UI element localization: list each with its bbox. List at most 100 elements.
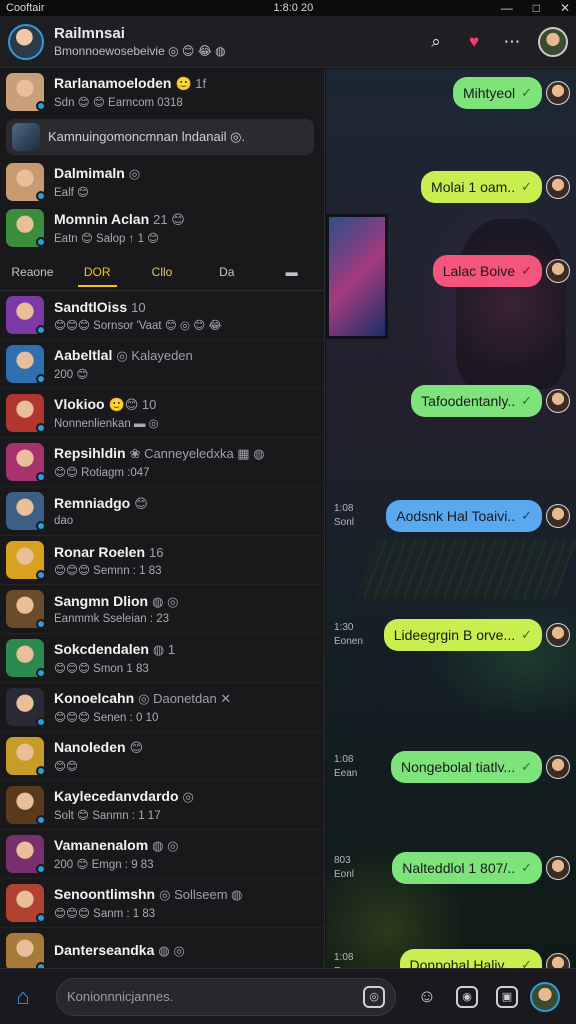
message-bubble-row[interactable]: Nalteddlol 1 807/.. ✓	[392, 852, 570, 884]
message-preview: 😊😊😊 Smon 1 83	[54, 663, 149, 675]
emoji-icon[interactable]: ☺	[416, 986, 438, 1008]
pinned-text: Kamnuingomoncmnan lndanail ◎.	[48, 129, 246, 144]
chat-row[interactable]: Nanoleden 😊 😊😊	[0, 732, 324, 781]
contact-name-line: Senoontlimshn ◎ Sollseem ◍	[54, 886, 314, 903]
pinned-message-bar[interactable]: Kamnuingomoncmnan lndanail ◎.	[6, 119, 314, 155]
contact-name: Dalmimaln	[54, 165, 125, 181]
read-check-icon: ✓	[521, 860, 532, 875]
contact-badges: ◎ Kalayeden	[116, 348, 193, 363]
chat-row-text: Aabeltlal ◎ Kalayeden 200 😊	[54, 347, 314, 381]
search-icon[interactable]: ⌕	[424, 30, 448, 54]
message-bubble[interactable]: Tafoodentanly.. ✓	[411, 385, 542, 417]
minimize-icon[interactable]: —	[501, 1, 513, 15]
message-bubble-row[interactable]: Aodsnk Hal Toaivi.. ✓	[386, 500, 570, 532]
read-check-icon: ✓	[521, 179, 532, 194]
maximize-icon[interactable]: □	[533, 1, 540, 15]
chat-row[interactable]: Rarlanamoeloden 🙂 1f Sdn 😊 😊 Earncom 0318	[0, 69, 324, 115]
message-preview: 200 😊 Emgn : 9 83	[54, 859, 154, 871]
sticker-icon[interactable]: ▣	[496, 985, 518, 1008]
message-bubble-row[interactable]: Molai 1 oam.. ✓	[421, 171, 570, 203]
contact-name-line: Danterseandka ◍ ◎	[54, 942, 314, 959]
message-bubble-row[interactable]: Lalac Boive ✓	[432, 255, 570, 287]
online-dot	[36, 423, 46, 433]
tab-2[interactable]: DOR	[65, 253, 130, 291]
message-preview: 😊😊 Rotiagm :047	[54, 467, 150, 479]
message-bubble[interactable]: Nalteddlol 1 807/.. ✓	[392, 852, 542, 884]
chat-title-block[interactable]: Railmnsai Bmonnoewosebeivie ◎ 😊 😂 ◍	[54, 25, 424, 58]
sender-avatar	[546, 504, 570, 528]
chat-row[interactable]: Sokcdendalen ◍ 1 😊😊😊 Smon 1 83	[0, 634, 324, 683]
message-bubble-row[interactable]: Donpohal Haliv... ✓	[399, 949, 570, 968]
message-preview: Nonnenlienkan ▬ ◎	[54, 418, 159, 430]
chat-row[interactable]: Danterseandka ◍ ◎	[0, 928, 324, 968]
message-bubble[interactable]: Lalac Boive ✓	[432, 255, 542, 287]
chat-row[interactable]: Repsihldin ❀ Canneyeledxka ▦ ◍ 😊😊 Rotiagm …	[0, 438, 324, 487]
home-icon[interactable]: ⌂	[10, 984, 36, 1010]
contact-name: Sangmn Dlion	[54, 593, 149, 609]
message-timestamp: 1:30 Eonen	[334, 622, 363, 647]
tab-5[interactable]: ▬	[259, 253, 324, 291]
online-dot	[36, 521, 46, 531]
contact-badges: ◎	[128, 166, 141, 181]
message-timestamp: 1:08 Eean	[334, 754, 358, 779]
contact-badges: 😊	[134, 496, 148, 511]
heart-icon[interactable]: ♥	[462, 30, 486, 54]
menu-icon[interactable]: ⋯	[500, 30, 524, 54]
chat-row[interactable]: Kaylecedanvdardo ◎ Solt 😊 Sanmn : 1 17	[0, 781, 324, 830]
chat-row[interactable]: Senoontlimshn ◎ Sollseem ◍ 😊😊😊 Sanm : 1 83	[0, 879, 324, 928]
tab-3[interactable]: Cllo	[130, 253, 195, 291]
message-bubble[interactable]: Aodsnk Hal Toaivi.. ✓	[386, 500, 542, 532]
message-preview: Eanmmk Sseleian : 23	[54, 613, 170, 625]
status-bar: Cooftair 1:8:0 20 — □ ✕	[0, 0, 576, 16]
tab-4[interactable]: Da	[194, 253, 259, 291]
message-bubble-row[interactable]: Lideegrgin B orve... ✓	[383, 619, 570, 651]
chat-row[interactable]: Sangmn Dlion ◍ ◎ Eanmmk Sseleian : 23	[0, 585, 324, 634]
message-bubble[interactable]: Molai 1 oam.. ✓	[421, 171, 542, 203]
message-bubble[interactable]: Lideegrgin B orve... ✓	[383, 619, 542, 651]
chat-row[interactable]: Aabeltlal ◎ Kalayeden 200 😊	[0, 340, 324, 389]
message-bubble[interactable]: Donpohal Haliv... ✓	[399, 949, 542, 968]
message-bubble-row[interactable]: Tafoodentanly.. ✓	[411, 385, 570, 417]
chat-title: Railmnsai	[54, 25, 125, 42]
message-preview: 😊😊	[54, 761, 78, 773]
contact-name-line: Kaylecedanvdardo ◎	[54, 788, 314, 805]
close-icon[interactable]: ✕	[560, 1, 570, 15]
contact-name: Vlokioo	[54, 396, 105, 412]
contact-name-line: Vamanenalom ◍ ◎	[54, 837, 314, 854]
message-input[interactable]	[67, 989, 363, 1004]
chat-row[interactable]: Remniadgo 😊 dao	[0, 487, 324, 536]
online-dot	[36, 237, 46, 247]
message-input-wrap[interactable]: ◎	[56, 977, 396, 1016]
chat-row[interactable]: Vamanenalom ◍ ◎ 200 😊 Emgn : 9 83	[0, 830, 324, 879]
contact-name: Kaylecedanvdardo	[54, 788, 179, 804]
message-bubble-row[interactable]: Nongebolal tiatlv... ✓	[390, 751, 570, 783]
read-check-icon: ✓	[521, 759, 532, 774]
message-bubble[interactable]: Mihtyeol ✓	[452, 77, 542, 109]
chat-row-text: Rarlanamoeloden 🙂 1f Sdn 😊 😊 Earncom 0318	[54, 75, 314, 109]
chat-row-text: Dalmimaln ◎ Ealf 😊	[54, 165, 314, 199]
chat-row[interactable]: SandtlOiss 10 😊😊😊 Sornsor 'Vaat 😊 ◎ 😊 😂	[0, 291, 324, 340]
profile-avatar-bottom[interactable]	[530, 981, 560, 1012]
sender-avatar	[546, 81, 570, 105]
message-bubble-row[interactable]: Mihtyeol ✓	[452, 77, 570, 109]
tab-1[interactable]: Reaone	[0, 253, 65, 291]
contact-name-line: Sangmn Dlion ◍ ◎	[54, 593, 314, 610]
chat-row[interactable]: Ronar Roelen 16 😊😊😊 Semnn : 1 83	[0, 536, 324, 585]
contact-name-line: SandtlOiss 10	[54, 299, 314, 315]
camera-icon[interactable]: ◎	[363, 985, 385, 1008]
window-controls: — □ ✕	[501, 1, 570, 15]
mic-icon[interactable]: ◉	[456, 985, 478, 1008]
chat-row[interactable]: Vlokioo 🙂😊 10 Nonnenlienkan ▬ ◎	[0, 389, 324, 438]
chat-row[interactable]: Momnin Aclan 21 😊 Eatn 😊 Salop ↑ 1 😊	[0, 205, 324, 251]
chat-row[interactable]: Konoelcahn ◎ Daonetdan ✕ 😊😊😊 Senen : 0 10	[0, 683, 324, 732]
contact-name: Aabeltlal	[54, 347, 113, 363]
profile-avatar[interactable]	[538, 26, 568, 57]
message-text: Aodsnk Hal Toaivi..	[396, 508, 516, 524]
message-bubble[interactable]: Nongebolal tiatlv... ✓	[390, 751, 542, 783]
contact-name-line: Rarlanamoeloden 🙂 1f	[54, 75, 314, 92]
chat-row[interactable]: Dalmimaln ◎ Ealf 😊	[0, 159, 324, 205]
composer-bar: ⌂ ◎ ☺ ◉ ▣	[0, 968, 576, 1024]
chat-avatar[interactable]	[8, 23, 44, 60]
read-check-icon: ✓	[521, 627, 532, 642]
contact-badges: 🙂 1f	[175, 76, 207, 91]
